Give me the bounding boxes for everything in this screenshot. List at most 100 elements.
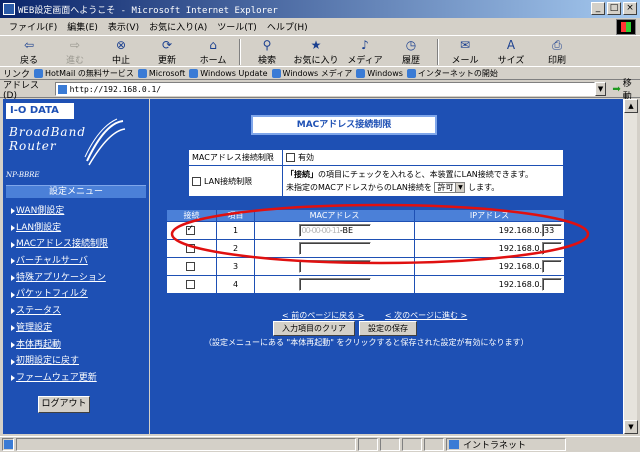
unspecified-mac-select[interactable]: 許可 ▼ — [434, 182, 466, 193]
menu-favorites[interactable]: お気に入り(A) — [144, 20, 212, 33]
print-icon: ⎙ — [552, 38, 562, 52]
nav-firmware-update[interactable]: ファームウェア更新 — [11, 370, 108, 387]
nav-reboot[interactable]: 本体再起動 — [11, 337, 108, 354]
zone-indicator: イントラネット — [446, 438, 566, 451]
status-text — [16, 438, 356, 451]
text-size-icon: A — [506, 38, 516, 52]
enable-label: 有効 — [298, 153, 314, 162]
chevron-down-icon: ▼ — [455, 183, 465, 192]
left-menu-frame: I-O DATA BroadBand Router NP-BBRE 設定メニュー… — [3, 99, 149, 434]
brand-router: Router — [9, 139, 57, 153]
back-arrow-icon: ⇦ — [23, 38, 35, 52]
go-arrow-icon: ➡ — [612, 83, 621, 95]
save-settings-button[interactable]: 設定の保存 — [359, 321, 417, 336]
scroll-down-button[interactable]: ▼ — [624, 420, 638, 434]
bullet-arrow-icon — [11, 208, 15, 215]
nav-factory-reset[interactable]: 初期設定に戻す — [11, 353, 108, 370]
logout-button[interactable]: ログアウト — [38, 396, 90, 413]
search-icon: ⚲ — [262, 38, 272, 52]
favorites-button[interactable]: ★ お気に入り — [290, 37, 342, 67]
refresh-icon: ⟳ — [161, 38, 173, 52]
scroll-up-button[interactable]: ▲ — [624, 99, 638, 113]
refresh-button[interactable]: ⟳ 更新 — [144, 37, 190, 67]
bullet-arrow-icon — [11, 308, 15, 315]
mac-input-4[interactable] — [298, 278, 371, 291]
restriction-settings-table: MACアドレス接続制限 有効 LAN接続制限 「接続」の項目にチェックを入れると… — [188, 149, 564, 197]
minimize-button[interactable]: _ — [591, 2, 605, 15]
media-icon: ♪ — [361, 38, 369, 52]
brand-broadband: BroadBand — [9, 125, 86, 139]
bullet-arrow-icon — [11, 258, 15, 265]
nav-admin[interactable]: 管理設定 — [11, 320, 108, 337]
pager: < 前のページに戻る > < 次のページに進む > — [282, 310, 485, 321]
menu-help[interactable]: ヘルプ(H) — [262, 20, 313, 33]
standard-toolbar: ⇦ 戻る ⇨ 進む ⊗ 中止 ⟳ 更新 ⌂ ホーム ⚲ 検索 ★ お気に入り ♪ メディア ◷ 履… — [0, 37, 640, 67]
lan-restriction-checkbox[interactable] — [192, 176, 201, 186]
nav-lan[interactable]: LAN側設定 — [11, 220, 108, 237]
status-pane — [358, 438, 378, 451]
history-button[interactable]: ◷ 履歴 — [388, 37, 434, 67]
menu-tools[interactable]: ツール(T) — [212, 20, 262, 33]
size-button[interactable]: A サイズ — [488, 37, 534, 67]
link-windows-media[interactable]: Windows メディア — [271, 68, 352, 79]
page-icon — [189, 68, 199, 78]
link-internet-start[interactable]: インターネットの開始 — [406, 68, 498, 79]
status-pane — [424, 438, 444, 451]
model-name: NP-BBRE — [6, 171, 40, 179]
address-label: アドレス(D) — [3, 80, 40, 101]
bullet-arrow-icon — [11, 325, 15, 332]
back-button[interactable]: ⇦ 戻る — [6, 37, 52, 67]
ie-icon — [3, 3, 15, 15]
action-buttons: 入力項目のクリア 設定の保存 — [273, 321, 417, 336]
nav-special-apps[interactable]: 特殊アプリケーション — [11, 270, 108, 287]
enable-checkbox[interactable] — [286, 153, 295, 162]
page-icon — [34, 68, 44, 78]
ip-input-4[interactable] — [542, 278, 562, 291]
home-icon: ⌂ — [209, 38, 217, 52]
nav-status[interactable]: ステータス — [11, 303, 108, 320]
link-windows[interactable]: Windows — [356, 68, 403, 78]
lan-restriction-label-cell: LAN接続制限 — [188, 165, 283, 197]
intranet-icon — [449, 440, 459, 449]
home-button[interactable]: ⌂ ホーム — [190, 37, 236, 67]
status-pane — [402, 438, 422, 451]
forward-button[interactable]: ⇨ 進む — [52, 37, 98, 67]
media-button[interactable]: ♪ メディア — [342, 37, 388, 67]
vertical-scrollbar[interactable]: ▲ ▼ — [623, 99, 638, 434]
window-title: WEB設定画面へようこそ - Microsoft Internet Explor… — [18, 5, 278, 16]
menu-file[interactable]: ファイル(F) — [4, 20, 62, 33]
mail-button[interactable]: ✉ メール — [442, 37, 488, 67]
link-microsoft[interactable]: Microsoft — [137, 68, 185, 78]
reboot-note: （設定メニューにある "本体再起動" をクリックすると保存された設定が有効になり… — [204, 338, 529, 347]
mail-icon: ✉ — [459, 38, 471, 52]
maximize-button[interactable]: □ — [607, 2, 621, 15]
mac-restriction-cell: 有効 — [282, 149, 564, 166]
history-icon: ◷ — [405, 38, 417, 52]
link-windows-update[interactable]: Windows Update — [189, 68, 268, 78]
forward-arrow-icon: ⇨ — [69, 38, 81, 52]
bullet-arrow-icon — [11, 241, 15, 248]
next-page-link[interactable]: < 次のページに進む > — [385, 311, 467, 320]
address-input[interactable]: http://192.168.0.1/ — [54, 82, 595, 96]
toolbar-separator — [437, 39, 439, 65]
address-dropdown-button[interactable]: ▼ — [594, 82, 607, 96]
clear-inputs-button[interactable]: 入力項目のクリア — [273, 321, 355, 336]
prev-page-link[interactable]: < 前のページに戻る > — [282, 311, 364, 320]
print-button[interactable]: ⎙ 印刷 — [534, 37, 580, 67]
stop-button[interactable]: ⊗ 中止 — [98, 37, 144, 67]
page-done-icon — [2, 438, 14, 451]
status-pane — [380, 438, 400, 451]
nav-wan[interactable]: WAN側設定 — [11, 203, 108, 220]
settings-nav: WAN側設定 LAN側設定 MACアドレス接続制限 バーチャルサーバ 特殊アプリ… — [11, 203, 108, 387]
nav-mac-restriction[interactable]: MACアドレス接続制限 — [11, 236, 108, 253]
nav-packet-filter[interactable]: パケットフィルタ — [11, 286, 108, 303]
search-button[interactable]: ⚲ 検索 — [244, 37, 290, 67]
close-button[interactable]: × — [623, 2, 637, 15]
menu-edit[interactable]: 編集(E) — [62, 20, 103, 33]
ip-prefix: 192.168.0. — [498, 280, 542, 289]
connect-checkbox-4[interactable] — [185, 280, 195, 289]
nav-virtual-server[interactable]: バーチャルサーバ — [11, 253, 108, 270]
menu-view[interactable]: 表示(V) — [103, 20, 144, 33]
page-icon — [57, 84, 67, 94]
bullet-arrow-icon — [11, 375, 15, 382]
